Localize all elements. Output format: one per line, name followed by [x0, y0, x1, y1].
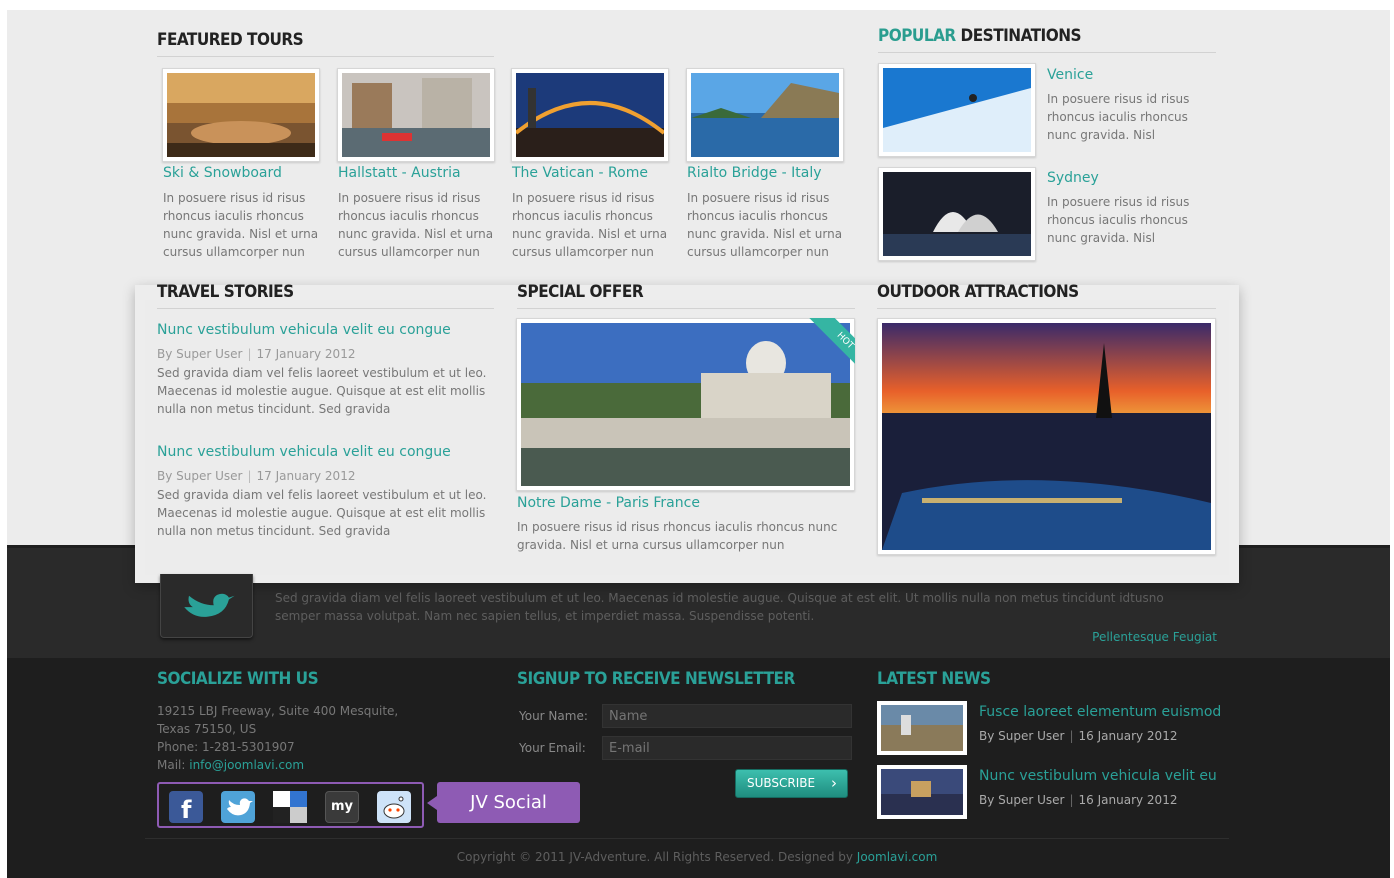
contact-info: 19215 LBJ Freeway, Suite 400 Mesquite, T… — [157, 702, 487, 774]
phone: Phone: 1-281-5301907 — [157, 740, 295, 754]
news-meta-2: By Super User | 16 January 2012 — [979, 793, 1178, 807]
featured-image-1 — [167, 73, 315, 157]
social-icons: f my — [157, 782, 424, 828]
featured-title-3[interactable]: The Vatican - Rome — [512, 165, 648, 181]
news-image-1 — [881, 705, 963, 751]
popular-desc-1: In posuere risus id risus rhoncus iaculi… — [1047, 92, 1190, 142]
designer-link[interactable]: Joomlavi.com — [857, 850, 937, 864]
latest-news-heading: LATEST NEWS — [877, 669, 991, 689]
story-title-1[interactable]: Nunc vestibulum vehicula velit eu congue — [157, 322, 451, 338]
popular-desc-2: In posuere risus id risus rhoncus iaculi… — [1047, 195, 1190, 245]
featured-image-4 — [691, 73, 839, 157]
popular-heading-accent: POPULAR — [878, 26, 956, 46]
newsletter-heading: SIGNUP TO RECEIVE NEWSLETTER — [517, 669, 795, 689]
story-meta-2: By Super User | 17 January 2012 — [157, 469, 356, 483]
news-image-2 — [881, 769, 963, 815]
twitter-link[interactable]: Pellentesque Feugiat — [1092, 630, 1217, 644]
news-author-2: By Super User — [979, 793, 1065, 807]
featured-title-4[interactable]: Rialto Bridge - Italy — [687, 165, 822, 181]
popular-title-2[interactable]: Sydney — [1047, 170, 1099, 186]
story-date-2: 17 January 2012 — [256, 469, 356, 483]
copyright-text: Copyright © 2011 JV-Adventure. All Right… — [456, 850, 857, 864]
outdoor-photo — [882, 323, 1211, 550]
popular-title-1[interactable]: Venice — [1047, 67, 1093, 83]
featured-thumb-3[interactable] — [511, 68, 669, 162]
featured-thumb-1[interactable] — [162, 68, 320, 162]
myspace-icon[interactable]: my — [325, 791, 359, 823]
featured-desc-2: In posuere risus id risus rhoncus iaculi… — [338, 191, 494, 259]
story-desc-1: Sed gravida diam vel felis laoreet vesti… — [157, 366, 487, 416]
news-date-2: 16 January 2012 — [1078, 793, 1178, 807]
twitter-icon[interactable] — [221, 791, 255, 823]
email-input[interactable] — [602, 736, 852, 760]
news-thumb-1[interactable] — [877, 701, 967, 755]
reddit-icon[interactable] — [377, 791, 411, 823]
copyright: Copyright © 2011 JV-Adventure. All Right… — [0, 850, 1394, 864]
facebook-icon[interactable]: f — [169, 791, 203, 824]
featured-desc-1: In posuere risus id risus rhoncus iaculi… — [163, 191, 319, 259]
subscribe-label: SUBSCRIBE — [747, 776, 816, 790]
footer-divider — [145, 838, 1229, 839]
popular-image-1 — [883, 68, 1031, 152]
email-label: Your Email: — [519, 741, 586, 755]
story-title-2[interactable]: Nunc vestibulum vehicula velit eu congue — [157, 444, 451, 460]
special-offer-heading: SPECIAL OFFER — [517, 282, 855, 309]
mail-link[interactable]: info@joomlavi.com — [189, 758, 304, 772]
story-author-1: By Super User — [157, 347, 243, 361]
news-author-1: By Super User — [979, 729, 1065, 743]
jv-social-tag: JV Social — [427, 782, 580, 823]
socialize-heading: SOCIALIZE WITH US — [157, 669, 319, 689]
featured-tours-heading: FEATURED TOURS — [157, 30, 494, 57]
mail-label: Mail: — [157, 758, 190, 772]
story-author-2: By Super User — [157, 469, 243, 483]
name-label: Your Name: — [519, 709, 588, 723]
news-title-2[interactable]: Nunc vestibulum vehicula velit eu — [979, 768, 1217, 784]
special-offer-desc: In posuere risus id risus rhoncus iaculi… — [517, 520, 838, 552]
popular-heading-rest: DESTINATIONS — [955, 26, 1082, 46]
featured-desc-4: In posuere risus id risus rhoncus iaculi… — [687, 191, 843, 259]
svg-text:f: f — [181, 796, 192, 823]
story-date-1: 17 January 2012 — [256, 347, 356, 361]
popular-image-2 — [883, 172, 1031, 256]
twitter-text: Sed gravida diam vel felis laoreet vesti… — [275, 591, 1164, 623]
story-meta-1: By Super User | 17 January 2012 — [157, 347, 356, 361]
featured-desc-3: In posuere risus id risus rhoncus iaculi… — [512, 191, 668, 259]
news-title-1[interactable]: Fusce laoreet elementum euismod — [979, 704, 1221, 720]
featured-title-1[interactable]: Ski & Snowboard — [163, 165, 282, 181]
address-line-2: Texas 75150, US — [157, 722, 257, 736]
news-thumb-2[interactable] — [877, 765, 967, 819]
hot-badge-label: HOT — [806, 318, 855, 366]
popular-thumb-1[interactable] — [878, 63, 1036, 157]
featured-thumb-4[interactable] — [686, 68, 844, 162]
travel-stories-heading: TRAVEL STORIES — [157, 282, 494, 309]
mail-line: Mail: info@joomlavi.com — [157, 756, 487, 774]
twitter-bird-icon — [184, 593, 235, 617]
featured-image-3 — [514, 73, 666, 157]
special-offer-title[interactable]: Notre Dame - Paris France — [517, 495, 700, 511]
featured-image-2 — [342, 73, 490, 157]
address-line-1: 19215 LBJ Freeway, Suite 400 Mesquite, — [157, 704, 399, 718]
news-date-1: 16 January 2012 — [1078, 729, 1178, 743]
delicious-icon[interactable] — [273, 791, 307, 823]
outdoor-attractions-heading: OUTDOOR ATTRACTIONS — [877, 282, 1216, 309]
popular-thumb-2[interactable] — [878, 167, 1036, 261]
chevron-right-icon: › — [831, 774, 837, 792]
twitter-badge[interactable] — [160, 574, 253, 638]
featured-title-2[interactable]: Hallstatt - Austria — [338, 165, 461, 181]
featured-thumb-2[interactable] — [337, 68, 495, 162]
outdoor-image[interactable] — [877, 318, 1216, 555]
name-input[interactable] — [602, 704, 852, 728]
hot-badge: HOT — [800, 318, 855, 366]
news-meta-1: By Super User | 16 January 2012 — [979, 729, 1178, 743]
popular-destinations-heading: POPULAR DESTINATIONS — [878, 26, 1216, 53]
subscribe-button[interactable]: SUBSCRIBE › — [735, 769, 848, 798]
story-desc-2: Sed gravida diam vel felis laoreet vesti… — [157, 488, 487, 538]
